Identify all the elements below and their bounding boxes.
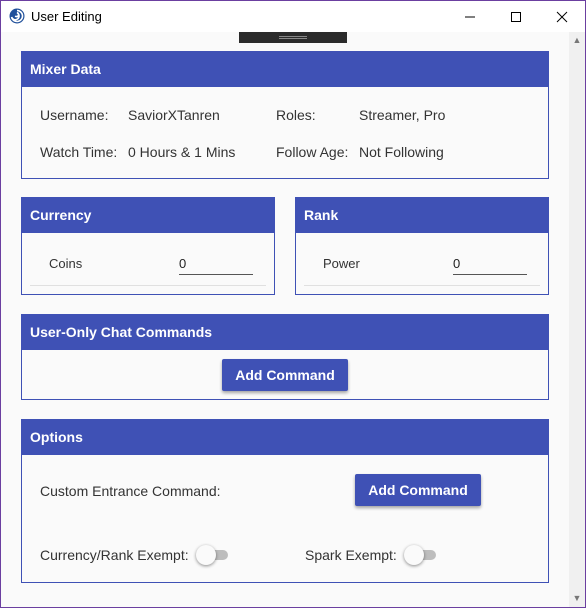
minimize-icon[interactable] — [447, 1, 493, 32]
options-header: Options — [22, 420, 548, 455]
vertical-scrollbar[interactable]: ▲ ▼ — [569, 32, 585, 607]
coins-input[interactable]: 0 — [179, 256, 186, 271]
toggle-thumb — [196, 545, 216, 565]
user-editing-window: User Editing ▲ ▼ Mixer Data Username: Sa… — [0, 0, 586, 608]
row-divider — [304, 285, 540, 286]
currency-rank-exempt-label: Currency/Rank Exempt: — [40, 547, 189, 563]
currency-card: Currency Coins 0 — [21, 197, 275, 295]
scroll-down-arrow-icon[interactable]: ▼ — [569, 590, 585, 607]
scroll-up-arrow-icon[interactable]: ▲ — [569, 32, 585, 49]
coins-input-underline — [179, 274, 253, 275]
options-card: Options Custom Entrance Command: Add Com… — [21, 419, 549, 583]
mixer-data-header: Mixer Data — [22, 52, 548, 87]
power-label: Power — [323, 256, 360, 271]
row-divider — [30, 285, 266, 286]
maximize-icon[interactable] — [493, 1, 539, 32]
roles-label: Roles: — [276, 107, 316, 123]
spark-exempt-label: Spark Exempt: — [305, 547, 397, 563]
username-value: SaviorXTanren — [128, 107, 220, 123]
close-icon[interactable] — [539, 1, 585, 32]
roles-value: Streamer, Pro — [359, 107, 446, 123]
power-input-underline — [453, 274, 527, 275]
username-label: Username: — [40, 107, 109, 123]
power-input[interactable]: 0 — [453, 256, 460, 271]
coins-label: Coins — [49, 256, 83, 271]
custom-entrance-label: Custom Entrance Command: — [40, 483, 221, 499]
currency-header: Currency — [22, 198, 274, 233]
watch-time-label: Watch Time: — [40, 144, 118, 160]
toggle-thumb — [404, 545, 424, 565]
spark-exempt-toggle[interactable] — [404, 545, 440, 565]
rank-card: Rank Power 0 — [295, 197, 549, 295]
drag-handle[interactable] — [239, 32, 347, 43]
grip-line — [279, 38, 307, 39]
user-commands-header: User-Only Chat Commands — [22, 315, 548, 350]
add-entrance-command-button[interactable]: Add Command — [355, 474, 481, 506]
watch-time-value: 0 Hours & 1 Mins — [128, 144, 236, 160]
mixer-data-card: Mixer Data Username: SaviorXTanren Roles… — [21, 51, 549, 179]
add-command-button[interactable]: Add Command — [222, 359, 348, 391]
follow-age-value: Not Following — [359, 144, 444, 160]
user-commands-card: User-Only Chat Commands Add Command — [21, 314, 549, 400]
title-bar[interactable]: User Editing — [1, 1, 585, 32]
currency-rank-exempt-toggle[interactable] — [196, 545, 232, 565]
rank-header: Rank — [296, 198, 548, 233]
swirl-app-icon — [9, 8, 25, 24]
window-title: User Editing — [31, 9, 102, 24]
follow-age-label: Follow Age: — [276, 144, 349, 160]
grip-line — [279, 36, 307, 37]
